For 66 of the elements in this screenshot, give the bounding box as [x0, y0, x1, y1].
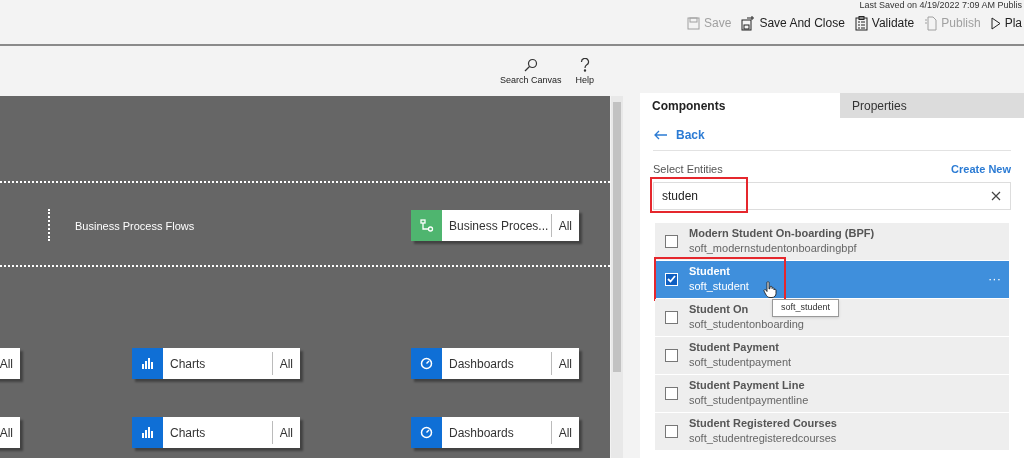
checkbox[interactable]: [665, 348, 678, 362]
entity-tile[interactable]: Charts All: [132, 348, 300, 379]
section-heading: Select Entities: [653, 162, 723, 177]
close-icon[interactable]: [991, 190, 1001, 201]
scope-label[interactable]: All: [550, 352, 579, 375]
scope-label[interactable]: All: [271, 421, 300, 444]
play-icon: [990, 16, 1001, 30]
save-icon: [687, 16, 701, 30]
panel-tab[interactable]: Components: [640, 93, 840, 118]
entity-name: Student Registered Courses: [689, 416, 837, 431]
tile-label: Dashboards: [448, 355, 515, 373]
bar-chart-icon: [132, 417, 163, 448]
help-button[interactable]: Help: [575, 58, 595, 88]
gauge-icon: [411, 417, 442, 448]
publish-icon: [924, 15, 938, 31]
entity-logical-name: soft_student: [689, 279, 749, 294]
entity-tile[interactable]: Business Proces... All: [411, 210, 579, 241]
tile-label: Dashboards: [448, 424, 515, 442]
last-saved-text: Last Saved on 4/19/2022 7:09 AM Publis: [859, 0, 1022, 10]
search-canvas-button[interactable]: Search Canvas: [500, 58, 562, 88]
validate-button[interactable]: Validate: [854, 14, 915, 32]
scope-label[interactable]: All: [550, 214, 579, 237]
entity-row[interactable]: Student Payment Line soft_studentpaymentline: [655, 374, 1009, 412]
panel-tab[interactable]: Properties: [840, 93, 1024, 118]
scope-label[interactable]: All: [550, 421, 579, 444]
entity-logical-name: soft_studentregisteredcourses: [689, 431, 837, 446]
bar-chart-icon: [132, 348, 163, 379]
saveclose-button[interactable]: Save And Close: [741, 14, 845, 32]
entity-tile[interactable]: Charts All: [132, 417, 300, 448]
checkbox[interactable]: [665, 386, 678, 400]
entity-name: Student Payment: [689, 340, 779, 355]
entity-name: Student Payment Line: [689, 378, 805, 393]
entity-logical-name: soft_studentonboarding: [689, 317, 804, 332]
search-field[interactable]: studen: [653, 181, 1011, 210]
tile-label: Business Proces...: [448, 217, 550, 235]
play-button[interactable]: Pla: [990, 14, 1022, 32]
checkbox[interactable]: [665, 424, 678, 438]
entity-name: Student: [689, 264, 730, 279]
tooltip: soft_student: [772, 299, 840, 317]
entity-row[interactable]: Modern Student On-boarding (BPF) soft_modernstudentonboardingbpf: [655, 222, 1009, 260]
entity-row[interactable]: Student Payment soft_studentpayment: [655, 336, 1009, 374]
validate-icon: [854, 15, 868, 31]
entity-logical-name: soft_studentpayment: [689, 355, 792, 370]
gauge-icon: [411, 348, 442, 379]
search-icon: [523, 58, 538, 72]
tile-label: Charts: [169, 355, 207, 373]
entity-tile[interactable]: Dashboards All: [411, 417, 579, 448]
section-label: Business Process Flows: [75, 219, 195, 234]
hand-cursor-icon: [763, 280, 777, 298]
help-icon: [579, 58, 590, 72]
entity-tile[interactable]: Dashboards All: [411, 348, 579, 379]
saveclose-icon: [741, 15, 756, 31]
create-new-link[interactable]: Create New: [951, 161, 1011, 178]
back-link[interactable]: Back: [654, 126, 705, 144]
entity-row[interactable]: Student Registered Courses soft_studentregisteredcourses: [655, 412, 1009, 450]
entity-name: Student On: [689, 302, 749, 317]
back-arrow-icon: [654, 130, 668, 140]
flow-icon: [411, 210, 442, 241]
tile-label: Charts: [169, 424, 207, 442]
checkbox[interactable]: [665, 234, 678, 248]
entity-logical-name: soft_studentpaymentline: [689, 393, 809, 408]
scrollbar[interactable]: [611, 96, 623, 458]
scope-label[interactable]: All: [271, 352, 300, 375]
entity-logical-name: soft_modernstudentonboardingbpf: [689, 241, 857, 256]
entity-name: Modern Student On-boarding (BPF): [689, 226, 875, 241]
checkbox[interactable]: [665, 310, 678, 324]
